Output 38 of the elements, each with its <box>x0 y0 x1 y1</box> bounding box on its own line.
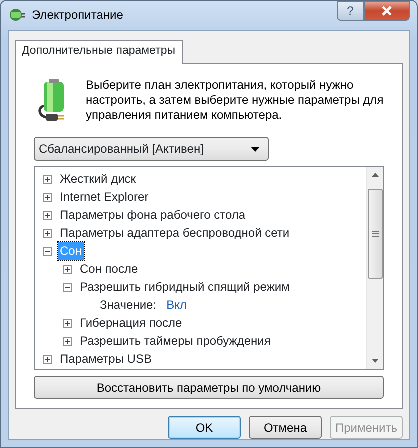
tree-item[interactable]: Разрешить гибридный спящий режим <box>78 278 292 296</box>
dropdown-caret-icon <box>251 146 260 152</box>
expand-icon[interactable] <box>43 354 52 364</box>
tree-item[interactable]: Параметры фона рабочего стола <box>58 206 248 224</box>
close-button[interactable] <box>364 1 410 21</box>
collapse-icon[interactable] <box>63 282 72 292</box>
scrollbar[interactable] <box>366 167 383 369</box>
dialog-button[interactable]: OK <box>168 416 241 439</box>
tree-item[interactable]: Internet Explorer <box>58 188 151 206</box>
expand-icon[interactable] <box>63 318 72 328</box>
grip-icon <box>372 231 378 237</box>
scroll-thumb[interactable] <box>368 189 382 279</box>
collapse-icon[interactable] <box>43 246 52 256</box>
dialog-button[interactable]: Отмена <box>249 416 322 439</box>
expand-icon[interactable] <box>43 210 52 220</box>
expand-icon[interactable] <box>43 228 52 238</box>
window-title: Электропитание <box>32 7 124 24</box>
tree-item[interactable]: Параметры USB <box>58 350 154 368</box>
tree-item[interactable]: Жесткий диск <box>58 170 138 188</box>
tab[interactable]: Дополнительные параметры <box>15 40 182 64</box>
close-icon <box>381 6 393 16</box>
restore-defaults-button[interactable]: Восстановить параметры по умолчанию <box>34 376 384 399</box>
tree-item[interactable]: Разрешить таймеры пробуждения <box>78 332 273 350</box>
setting-value-link[interactable]: Вкл <box>164 296 189 314</box>
expand-icon[interactable] <box>43 192 52 202</box>
expand-icon[interactable] <box>63 264 72 274</box>
help-button[interactable]: ? <box>337 1 364 21</box>
plan-dropdown[interactable]: Сбалансированный [Активен] <box>34 137 269 161</box>
description-text: Выберите план электропитания, который нужно настроить, а затем выберите нужные параметры для управления питанием компьютера. <box>86 78 384 124</box>
expand-icon[interactable] <box>63 336 72 346</box>
tree-item[interactable]: Сон после <box>78 260 140 278</box>
tree-item[interactable]: Параметры адаптера беспроводной сети <box>58 224 292 242</box>
power-plug-icon <box>8 7 26 24</box>
setting-label: Значение: <box>99 297 158 314</box>
scroll-up-icon <box>372 173 378 177</box>
expand-icon[interactable] <box>43 174 52 184</box>
tree-item[interactable]: Гибернация после <box>78 314 184 332</box>
scroll-down-icon <box>372 359 378 363</box>
